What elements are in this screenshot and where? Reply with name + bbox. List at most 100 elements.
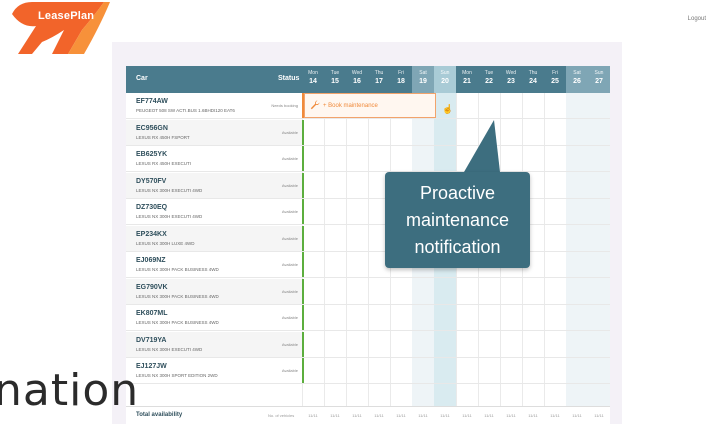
logout-link[interactable]: Logout: [688, 16, 706, 22]
vehicle-info: DZ730EQ LEXUS NX 300H EXECUTI 4WD Availabl…: [126, 199, 302, 224]
vehicle-row[interactable]: DZ730EQ LEXUS NX 300H EXECUTI 4WD Availabl…: [126, 199, 610, 225]
vehicle-plate[interactable]: EC956GN: [136, 125, 168, 132]
day-name: Sun: [440, 70, 450, 76]
vehicle-info: DV719YA LEXUS NX 300H EXECUTI 4WD Availabl…: [126, 331, 302, 357]
vehicle-model: LEXUS NX 300H LUXE 4WD: [136, 240, 195, 246]
vehicle-plate[interactable]: EP234KX: [136, 231, 167, 238]
column-header-status[interactable]: Status: [278, 75, 299, 82]
availability-indicator: [302, 358, 304, 383]
callout-tail: [464, 120, 500, 172]
wrench-icon: [310, 100, 320, 110]
vehicle-plate[interactable]: DZ730EQ: [136, 204, 167, 211]
total-availability-cell: 11/11: [484, 413, 494, 418]
vehicle-info: EK807ML LEXUS NX 300H PACK BUSINESS 4WD Av…: [126, 305, 302, 330]
vehicle-status: Available: [281, 209, 298, 214]
vehicle-plate[interactable]: EJ069NZ: [136, 257, 166, 264]
day-date: 15: [331, 78, 339, 85]
vehicle-status: Available: [281, 182, 298, 188]
vehicle-row[interactable]: EJ069NZ LEXUS NX 300H PACK BUSINESS 4WD Av…: [126, 252, 610, 278]
vehicle-plate[interactable]: EG790VK: [136, 284, 168, 291]
vehicle-row[interactable]: EP234KX LEXUS NX 300H LUXE 4WD Available: [126, 225, 610, 252]
day-header[interactable]: Tue 22: [478, 66, 500, 93]
total-availability-row: Total availability No. of vehicles 11/11…: [126, 406, 610, 424]
vehicle-plate[interactable]: DY570FV: [136, 178, 166, 185]
total-availability-cell: 11/11: [506, 413, 516, 418]
day-header[interactable]: Sat 26: [566, 66, 588, 93]
availability-indicator: [302, 225, 304, 251]
vehicle-row[interactable]: DY570FV LEXUS NX 300H EXECUTI 4WD Availabl…: [126, 172, 610, 199]
vehicle-status: Available: [281, 129, 298, 135]
vehicle-plate[interactable]: EB625YK: [136, 151, 167, 158]
day-header[interactable]: Sun 27: [588, 66, 610, 93]
vehicle-status: Available: [281, 341, 298, 347]
total-availability-cell: 11/11: [528, 413, 538, 418]
availability-indicator: [302, 146, 304, 171]
grid-header: Car Status Mon 14 Tue 15 Wed 16 Thu 17 Fri 18 Sat 1…: [126, 66, 610, 93]
availability-indicator: [302, 278, 304, 304]
availability-indicator: [302, 305, 304, 330]
day-header[interactable]: Wed 16: [346, 66, 368, 93]
leaseplan-logo[interactable]: LeasePlan: [12, 0, 112, 56]
vehicle-plate[interactable]: EK807ML: [136, 310, 168, 317]
vehicle-info: EC956GN LEXUS RX 450H FSPORT Available: [126, 119, 302, 145]
day-name: Thu: [528, 70, 538, 76]
day-header[interactable]: Fri 18: [390, 66, 412, 93]
day-date: 17: [375, 78, 383, 85]
total-availability-cell: 11/11: [440, 413, 450, 418]
total-availability-cell: 11/11: [396, 413, 406, 418]
vehicle-model: LEXUS NX 300H EXECUTI 4WD: [136, 346, 203, 352]
total-availability-cell: 11/11: [594, 413, 604, 418]
day-header[interactable]: Sun 20: [434, 66, 456, 93]
callout-line-3: notification: [414, 237, 501, 257]
day-header[interactable]: Thu 17: [368, 66, 390, 93]
callout-line-2: maintenance: [405, 210, 510, 230]
vehicle-model: PEUGEOT 508 SW ACTI.BUS 1.6BHDI120 EAT6: [136, 108, 235, 113]
vehicle-info: EB625YK LEXUS RX 450H EXECUTI Available: [126, 146, 302, 171]
vehicle-row[interactable]: EJ127JW LEXUS NX 300H SPORT EDITION 2WD Av…: [126, 358, 610, 384]
vehicle-row[interactable]: EG790VK LEXUS NX 300H PACK BUSINESS 4WD Av…: [126, 278, 610, 305]
vehicle-row[interactable]: EC956GN LEXUS RX 450H FSPORT Available: [126, 119, 610, 146]
day-date: 18: [397, 78, 405, 85]
day-date: 23: [507, 78, 515, 85]
availability-indicator: [302, 119, 304, 145]
vehicle-plate[interactable]: EF774AW: [136, 98, 168, 105]
vehicle-row[interactable]: EK807ML LEXUS NX 300H PACK BUSINESS 4WD Av…: [126, 305, 610, 331]
day-name: Wed: [351, 70, 363, 76]
availability-indicator: [302, 331, 304, 357]
day-header[interactable]: Mon 21: [456, 66, 478, 93]
book-maintenance-bar[interactable]: + Book maintenance: [304, 93, 436, 118]
column-header-car[interactable]: Car: [136, 75, 148, 82]
vehicle-info: EJ127JW LEXUS NX 300H SPORT EDITION 2WD Av…: [126, 358, 302, 383]
day-header[interactable]: Fri 25: [544, 66, 566, 93]
vehicle-row[interactable]: DV719YA LEXUS NX 300H EXECUTI 4WD Availabl…: [126, 331, 610, 358]
day-header[interactable]: Thu 24: [522, 66, 544, 93]
vehicle-model: LEXUS NX 300H PACK BUSINESS 4WD: [136, 293, 219, 299]
day-header[interactable]: Tue 15: [324, 66, 346, 93]
day-name: Tue: [484, 70, 494, 76]
day-date: 14: [309, 78, 317, 85]
vehicle-status: Available: [281, 262, 298, 267]
vehicle-model: LEXUS NX 300H PACK BUSINESS 4WD: [136, 267, 219, 272]
day-name: Sat: [573, 70, 581, 76]
book-maintenance-label: + Book maintenance: [323, 103, 378, 109]
vehicle-info: DY570FV LEXUS NX 300H EXECUTI 4WD Availabl…: [126, 172, 302, 198]
day-header[interactable]: Wed 23: [500, 66, 522, 93]
day-header[interactable]: Mon 14: [302, 66, 324, 93]
availability-indicator: [302, 172, 304, 198]
day-name: Sat: [419, 70, 427, 76]
total-availability-cell: 11/11: [352, 413, 362, 418]
availability-indicator: [302, 199, 304, 224]
vehicle-row[interactable]: EB625YK LEXUS RX 450H EXECUTI Available: [126, 146, 610, 172]
total-availability-cell: 11/11: [330, 413, 340, 418]
vehicle-plate[interactable]: EJ127JW: [136, 363, 167, 370]
vehicle-plate[interactable]: DV719YA: [136, 337, 167, 344]
vehicle-status: Available: [281, 315, 298, 320]
total-availability-cell: 11/11: [308, 413, 318, 418]
day-header[interactable]: Sat 19: [412, 66, 434, 93]
total-availability-cell: 11/11: [462, 413, 472, 418]
day-date: 25: [551, 78, 559, 85]
day-date: 20: [441, 78, 449, 85]
availability-grid: Car Status Mon 14 Tue 15 Wed 16 Thu 17 Fri 18 Sat 1…: [126, 66, 610, 424]
total-availability-label: Total availability: [136, 412, 183, 418]
vehicle-info: EG790VK LEXUS NX 300H PACK BUSINESS 4WD Av…: [126, 278, 302, 304]
